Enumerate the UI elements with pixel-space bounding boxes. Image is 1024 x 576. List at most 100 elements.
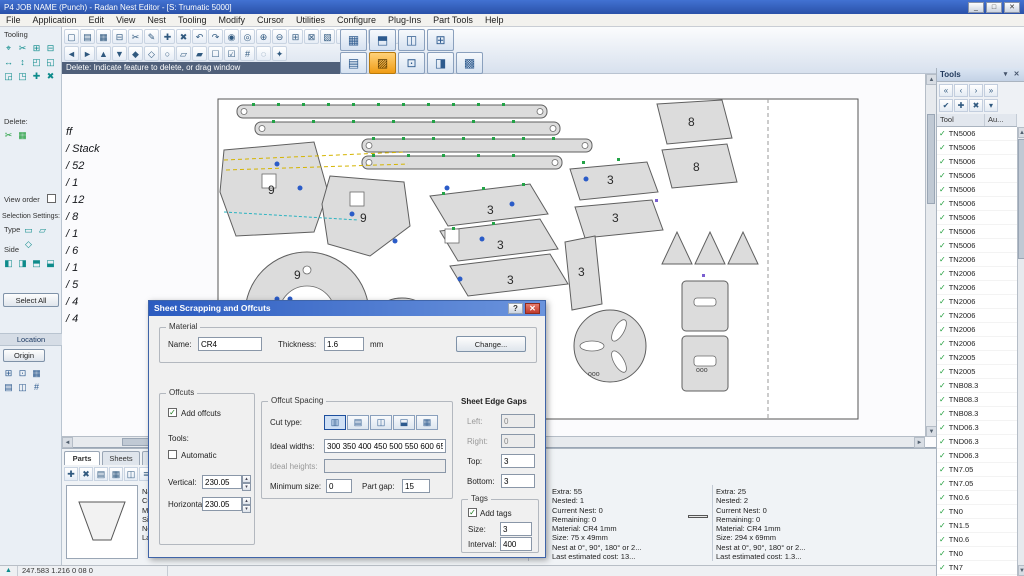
tool-list-item[interactable]: ✓ TND06.3 [937,435,1017,449]
tool-column-header[interactable]: Tool [937,114,985,126]
tool-icon[interactable]: ⊞ [288,29,303,44]
tools-nav-icon[interactable]: › [969,84,983,97]
tool-list-item[interactable]: ✓ TN2006 [937,281,1017,295]
menu-item[interactable]: Application [27,14,83,26]
tool-icon[interactable]: ⊠ [304,29,319,44]
tool-icon[interactable]: ☑ [224,46,239,61]
tool-list-item[interactable]: ✓ TN2006 [937,267,1017,281]
tool-list-item[interactable]: ✓ TN2005 [937,365,1017,379]
tool-icon[interactable]: ✂ [128,29,143,44]
tools-action-icon[interactable]: ▾ [984,99,998,112]
part-thumbnail[interactable] [66,485,138,559]
tool-icon[interactable]: ◌ [256,46,271,61]
tool-icon[interactable]: ▼ [112,46,127,61]
tool-list-item[interactable]: ✓ TN2006 [937,323,1017,337]
side-filter-icon[interactable]: ◨ [16,256,29,269]
tools-action-icon[interactable]: ✖ [969,99,983,112]
origin-button[interactable]: Origin [3,349,45,362]
delete-tool-icon[interactable]: ✂ [2,128,15,141]
tool-list-item[interactable]: ✓ TN7 [937,561,1017,575]
cut-type-option-icon[interactable]: ▥ [324,415,346,430]
tool-list-item[interactable]: ✓ TND06.3 [937,421,1017,435]
tool-icon[interactable]: ✚ [160,29,175,44]
tools-nav-icon[interactable]: » [984,84,998,97]
tool-icon[interactable]: ▤ [80,29,95,44]
tool-list-item[interactable]: ✓ TN0 [937,547,1017,561]
dialog-titlebar[interactable]: Sheet Scrapping and Offcuts ? ✕ [149,301,545,316]
dialog-help-button[interactable]: ? [508,303,523,314]
menu-item[interactable]: Utilities [290,14,331,26]
menu-item[interactable]: Cursor [251,14,290,26]
menu-item[interactable]: Modify [212,14,251,26]
vertical-spinner[interactable]: ▴▾ [242,475,251,489]
menu-item[interactable]: Edit [83,14,111,26]
tool-icon[interactable]: ↶ [192,29,207,44]
tool-icon[interactable]: ◆ [128,46,143,61]
panel-pin-icon[interactable]: ▾ [1000,68,1011,81]
tool-list-item[interactable]: ✓ TN5006 [937,155,1017,169]
tool-icon[interactable]: ◇ [144,46,159,61]
view-button[interactable]: ◫ [398,29,425,51]
tool-list-item[interactable]: ✓ TN5006 [937,197,1017,211]
tooling-tool-icon[interactable]: ↔ [2,55,15,68]
tool-icon[interactable]: ▧ [320,29,335,44]
ideal-widths-input[interactable] [324,439,446,453]
tool-list-item[interactable]: ✓ TN1.5 [937,519,1017,533]
tool-icon[interactable]: ○ [160,46,175,61]
tooling-tool-icon[interactable]: ↕ [16,55,29,68]
tool-icon[interactable]: ◎ [240,29,255,44]
type-filter-icon[interactable]: ▭ [22,223,35,236]
part-info-column-4[interactable]: Extra: 25Nested: 2Current Nest: 0Remaini… [716,487,805,561]
cut-type-option-icon[interactable]: ▦ [416,415,438,430]
tool-icon[interactable]: ▰ [192,46,207,61]
menu-item[interactable]: Help [479,14,510,26]
tool-list-item[interactable]: ✓ TN5006 [937,239,1017,253]
mode-button[interactable]: ▩ [456,52,483,74]
tool-list-item[interactable]: ✓ TN5006 [937,169,1017,183]
tool-icon[interactable]: ✖ [176,29,191,44]
tool-list-item[interactable]: ✓ TN0 [937,505,1017,519]
tool-list-item[interactable]: ✓ TN2006 [937,253,1017,267]
parts-toolbar-icon[interactable]: ▦ [109,467,123,481]
auto-column-header[interactable]: Au... [985,114,1017,126]
scroll-left-icon[interactable]: ◄ [62,437,73,448]
side-filter-icon[interactable]: ⬓ [44,256,57,269]
part-info-column-3[interactable]: Extra: 55Nested: 1Current Nest: 0Remaini… [552,487,641,561]
tools-action-icon[interactable]: ✔ [939,99,953,112]
mode-button[interactable]: ⊡ [398,52,425,74]
tool-icon[interactable]: ↷ [208,29,223,44]
tool-icon[interactable]: ▱ [176,46,191,61]
tool-list-item[interactable]: ✓ TN5006 [937,141,1017,155]
mode-button-active[interactable]: ▨ [369,52,396,74]
menu-item[interactable]: Part Tools [427,14,479,26]
tools-nav-icon[interactable]: ‹ [954,84,968,97]
tool-list-item[interactable]: ✓ TN5006 [937,183,1017,197]
parts-toolbar-icon[interactable]: ◫ [124,467,138,481]
thickness-input[interactable] [324,337,364,351]
tooling-tool-icon[interactable]: ◱ [44,55,57,68]
parts-toolbar-icon[interactable]: ✚ [64,467,78,481]
tool-list-item[interactable]: ✓ TNB08.3 [937,407,1017,421]
tool-icon[interactable]: ⊕ [256,29,271,44]
tool-icon[interactable]: ▲ [96,46,111,61]
parts-toolbar-icon[interactable]: ▤ [94,467,108,481]
view-button[interactable]: ▦ [340,29,367,51]
tool-list-item[interactable]: ✓ TND06.3 [937,449,1017,463]
tools-action-icon[interactable]: ✚ [954,99,968,112]
tag-interval-input[interactable] [500,537,532,551]
tool-list-item[interactable]: ✓ TN2005 [937,351,1017,365]
mode-button[interactable]: ▤ [340,52,367,74]
tools-nav-icon[interactable]: « [939,84,953,97]
mode-button[interactable]: ◨ [427,52,454,74]
menu-item[interactable]: File [0,14,27,26]
side-filter-icon[interactable]: ◧ [2,256,15,269]
tool-icon[interactable]: ⊖ [272,29,287,44]
maximize-button[interactable]: □ [986,2,1002,13]
part-gap-input[interactable] [402,479,430,493]
material-name-input[interactable] [198,337,262,351]
tool-list-item[interactable]: ✓ TN0.6 [937,491,1017,505]
tool-list-item[interactable]: ✓ TN5006 [937,225,1017,239]
parts-toolbar-icon[interactable]: ✖ [79,467,93,481]
add-tags-checkbox[interactable]: ✓ [468,508,477,517]
add-offcuts-checkbox[interactable]: ✓ [168,408,177,417]
